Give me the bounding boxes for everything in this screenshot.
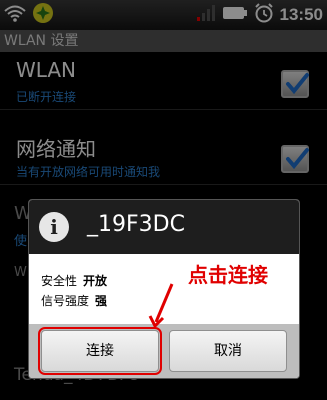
annotation-arrow: [148, 283, 174, 329]
